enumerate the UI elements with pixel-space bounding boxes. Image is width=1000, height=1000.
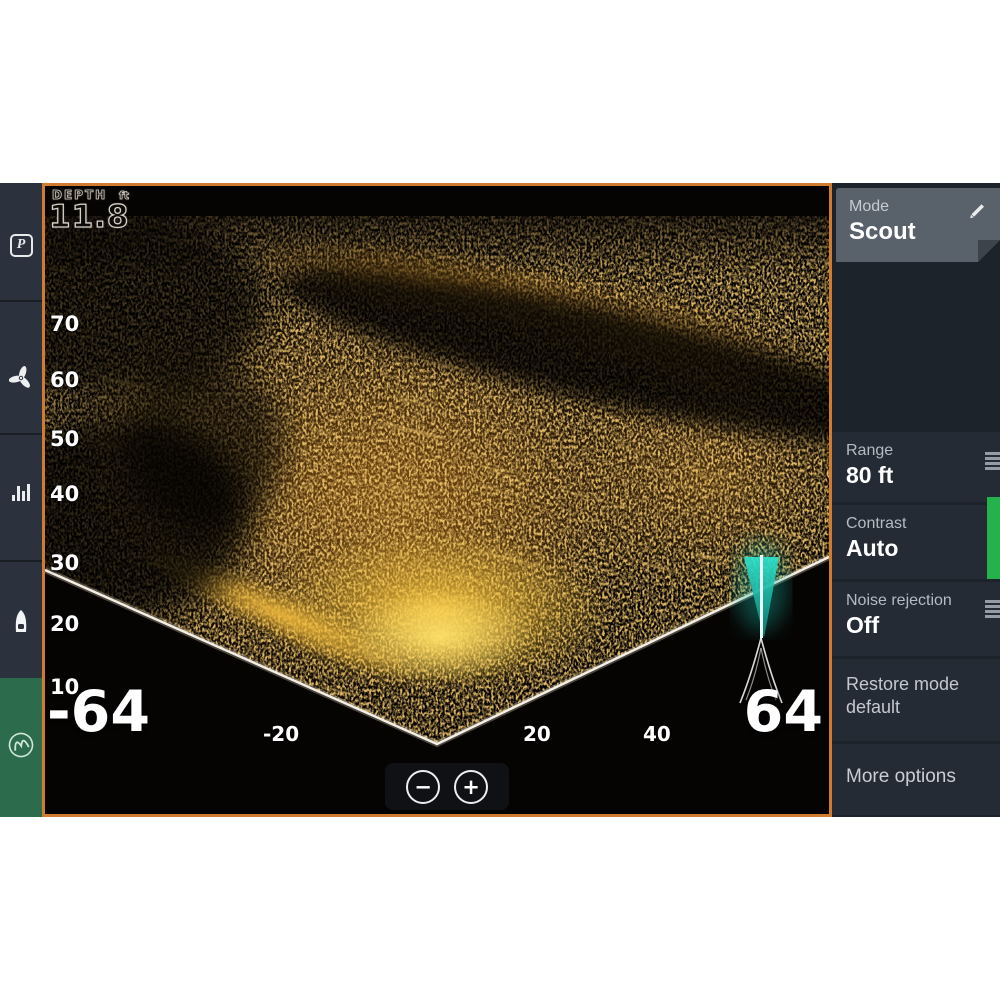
sonar-view[interactable]: DEPTH ft 11.8 70 60 50 40 30 20 10 -64 -… [42,183,832,817]
display-screen: P [0,183,1000,817]
depth-readout-value: 11.8 [49,199,130,235]
range-scale-right-limit: 64 [744,684,823,741]
range-scale-tick-20: 20 [523,722,551,746]
menu-item-more-options[interactable]: More options [832,744,1000,815]
depth-scale-70: 70 [50,312,79,336]
left-toolbar: P [0,183,42,817]
divider [0,433,42,435]
zoom-controls: − + [385,763,509,810]
slider-lines-icon [985,598,1000,620]
noise-rejection-value: Off [846,612,1000,639]
menu-item-contrast[interactable]: Contrast Auto [832,505,1000,579]
propeller-icon [9,366,33,390]
pencil-edit-icon [967,201,987,221]
restore-mode-default-label: Restore mode default [846,669,976,720]
depth-scale-30: 30 [50,551,79,575]
slider-lines-icon [985,450,1000,472]
green-level-bar [987,497,1000,579]
sidebar-item-propulsion[interactable] [0,356,42,400]
sonar-fan-graphic [45,186,829,814]
zoom-out-button[interactable]: − [406,770,440,804]
sidebar-item-gauges[interactable] [0,470,42,514]
depth-scale-40: 40 [50,482,79,506]
fishfinder-screenshot: P [0,0,1000,1000]
contrast-label: Contrast [846,515,1000,533]
menu-item-range[interactable]: Range 80 ft [832,432,1000,502]
divider [0,560,42,562]
sidebar-item-vessel[interactable] [0,600,42,644]
range-scale-left-limit: -64 [47,684,150,741]
bar-chart-icon [12,484,30,501]
more-options-label: More options [846,754,1000,788]
sidebar-item-pilot[interactable]: P [0,223,42,267]
mode-card[interactable]: Mode Scout [836,188,1000,262]
range-scale-tick-neg20: -20 [263,722,299,746]
contrast-value: Auto [846,535,1000,562]
settings-menu: Mode Scout Range 80 ft Contrast Auto [832,183,1000,817]
folded-corner [978,240,1000,262]
depth-scale-60: 60 [50,368,79,392]
range-label: Range [846,442,1000,460]
range-scale-tick-40: 40 [643,722,671,746]
divider [0,300,42,302]
sidebar-item-mercury[interactable] [0,723,42,767]
range-value: 80 ft [846,462,1000,489]
noise-rejection-label: Noise rejection [846,592,1000,610]
depth-scale-50: 50 [50,427,79,451]
depth-scale-20: 20 [50,612,79,636]
menu-item-noise-rejection[interactable]: Noise rejection Off [832,582,1000,656]
zoom-in-button[interactable]: + [454,770,488,804]
boat-icon [11,609,31,635]
p-badge-icon: P [10,234,33,257]
menu-item-restore-mode-default[interactable]: Restore mode default [832,659,1000,741]
mercury-logo-icon [6,730,36,760]
